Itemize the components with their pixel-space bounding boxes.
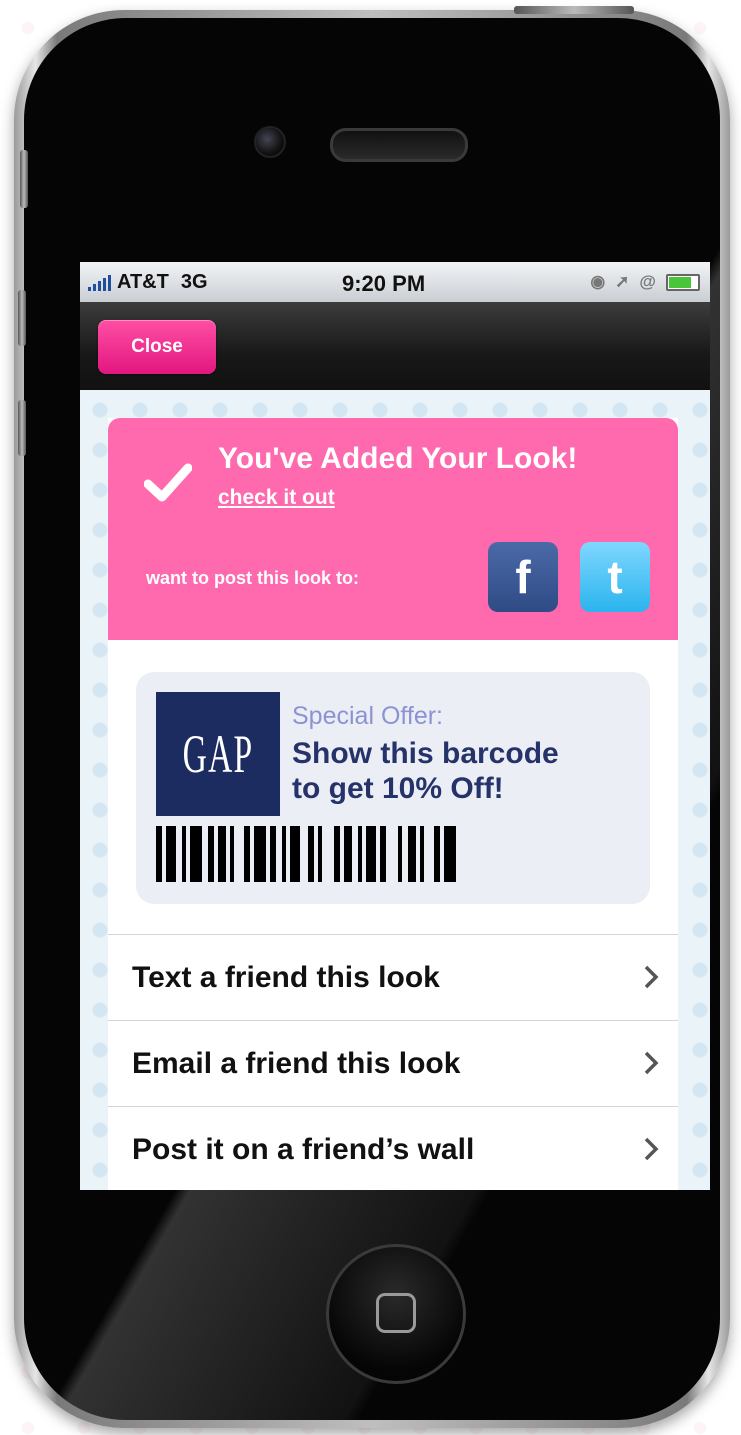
- chevron-right-icon: [644, 965, 659, 989]
- alarm-icon: ◉: [590, 272, 606, 291]
- earpiece-speaker: [330, 128, 468, 162]
- rotation-lock-icon: @: [639, 272, 656, 291]
- signal-bars-icon: [88, 274, 111, 291]
- offer-text-line-2: to get 10% Off!: [292, 772, 504, 806]
- battery-icon: [666, 273, 700, 291]
- content-area: You've Added Your Look! check it out wan…: [80, 390, 710, 1190]
- facebook-icon[interactable]: f: [488, 542, 558, 612]
- confirmation-title: You've Added Your Look!: [218, 442, 578, 475]
- offer-text: Show this barcode to get 10% Off!: [292, 736, 642, 807]
- power-button: [514, 6, 634, 14]
- carrier-name: AT&T: [117, 271, 169, 293]
- front-camera-icon: [254, 126, 286, 158]
- volume-up-button: [18, 290, 26, 346]
- menu-item-label: Email a friend this look: [132, 1046, 461, 1080]
- chevron-right-icon: [644, 1137, 659, 1161]
- look-card: You've Added Your Look! check it out wan…: [108, 418, 678, 1190]
- home-button[interactable]: [326, 1244, 466, 1384]
- offer-label: Special Offer:: [292, 702, 444, 730]
- chevron-right-icon: [644, 1051, 659, 1075]
- share-prompt: want to post this look to:: [146, 568, 359, 588]
- barcode-image: [156, 826, 456, 882]
- email-friend-row[interactable]: Email a friend this look: [108, 1020, 678, 1106]
- menu-item-label: Text a friend this look: [132, 960, 440, 994]
- home-square-icon: [376, 1293, 416, 1333]
- volume-down-button: [18, 400, 26, 456]
- status-bar: AT&T 3G 9:20 PM ◉ ➚ @: [80, 262, 710, 302]
- checkmark-icon: [144, 463, 192, 502]
- twitter-icon[interactable]: t: [580, 542, 650, 612]
- text-friend-row[interactable]: Text a friend this look: [108, 934, 678, 1020]
- location-arrow-icon: ➚: [615, 272, 630, 291]
- network-type: 3G: [180, 271, 208, 293]
- mute-switch: [20, 150, 28, 208]
- post-friend-wall-row[interactable]: Post it on a friend’s wall: [108, 1106, 678, 1190]
- check-it-out-link[interactable]: check it out: [218, 486, 335, 510]
- nav-bar: Close: [80, 302, 710, 390]
- menu-item-label: Post it on a friend’s wall: [132, 1132, 475, 1166]
- carrier-info: AT&T 3G: [88, 271, 208, 294]
- phone-screen: AT&T 3G 9:20 PM ◉ ➚ @ Close You've Added…: [80, 262, 710, 1190]
- close-button[interactable]: Close: [98, 320, 216, 374]
- offer-text-line-1: Show this barcode: [292, 737, 559, 770]
- status-icons: ◉ ➚ @: [590, 272, 700, 292]
- special-offer-coupon: GAP Special Offer: Show this barcode to …: [136, 672, 650, 904]
- confirmation-banner: You've Added Your Look! check it out wan…: [108, 418, 678, 640]
- share-menu: Text a friend this look Email a friend t…: [108, 934, 678, 1190]
- gap-logo: GAP: [156, 692, 280, 816]
- status-time: 9:20 PM: [342, 271, 426, 296]
